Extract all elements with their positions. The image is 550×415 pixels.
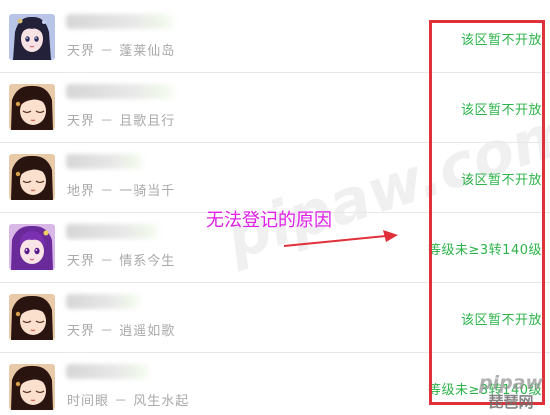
server-status: 等级未≥3转140级 [428, 383, 542, 398]
server-status: 该区暂不开放 [460, 173, 542, 188]
server-status: 该区暂不开放 [460, 313, 542, 328]
server-name: 天界 － 情系今生 [67, 254, 176, 269]
annotation-label: 无法登记的原因 [206, 210, 332, 231]
sleeping-girl-avatar [9, 364, 55, 410]
server-name: 地界 － 一骑当千 [67, 184, 176, 199]
server-list-page: pipaw.com 天界 － 蓬莱仙岛 该区暂不开放 天界 － 且歌且行 该区暂… [0, 0, 550, 415]
server-name: 时间眼 － 风生水起 [67, 394, 190, 409]
server-name: 天界 － 蓬莱仙岛 [67, 44, 176, 59]
sleeping-girl-avatar [9, 294, 55, 340]
server-status: 该区暂不开放 [460, 33, 542, 48]
server-status: 等级未≥3转140级 [428, 243, 542, 258]
arrow-right-icon [282, 230, 402, 254]
sleeping-girl-avatar [9, 154, 55, 200]
server-row[interactable]: 天界 － 蓬莱仙岛 该区暂不开放 [0, 2, 550, 73]
server-name: 天界 － 且歌且行 [67, 114, 176, 129]
player-name [66, 84, 178, 99]
fairy-girl-avatar [9, 14, 55, 60]
player-name [66, 14, 178, 29]
player-name [66, 224, 162, 239]
player-name [66, 364, 152, 379]
server-row[interactable]: 地界 － 一骑当千 该区暂不开放 [0, 142, 550, 213]
sleeping-girl-avatar [9, 84, 55, 130]
purple-hair-girl-avatar [9, 224, 55, 270]
server-status: 该区暂不开放 [460, 103, 542, 118]
server-name: 天界 － 逍遥如歌 [67, 324, 176, 339]
server-row[interactable]: 时间眼 － 风生水起 等级未≥3转140级 [0, 352, 550, 415]
player-name [66, 294, 142, 309]
server-row[interactable]: 天界 － 逍遥如歌 该区暂不开放 [0, 282, 550, 353]
server-row[interactable]: 天界 － 且歌且行 该区暂不开放 [0, 72, 550, 143]
player-name [66, 154, 146, 169]
